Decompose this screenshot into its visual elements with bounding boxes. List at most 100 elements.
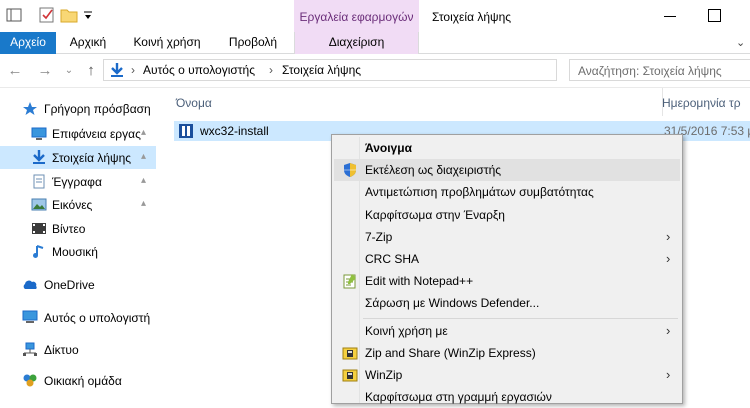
nav-music[interactable]: Μουσική <box>0 240 156 263</box>
winzip-icon <box>342 345 358 361</box>
submenu-arrow-icon: › <box>666 229 671 244</box>
menu-item-label: Αντιμετώπιση προβλημάτων συμβατότητας <box>365 185 594 199</box>
menu-item-label: Edit with Notepad++ <box>365 274 474 288</box>
tab-home[interactable]: Αρχική <box>56 32 120 54</box>
nav-label: Μουσική <box>52 245 98 259</box>
downloads-icon <box>109 62 125 81</box>
minimize-button[interactable] <box>660 6 680 26</box>
menu-item-zip-and-share[interactable]: Zip and Share (WinZip Express) <box>334 342 680 364</box>
ribbon-tabs: Αρχείο Αρχική Κοινή χρήση Προβολή Διαχεί… <box>0 32 750 54</box>
file-name: wxc32-install <box>200 124 269 138</box>
nav-network[interactable]: Δίκτυο <box>0 338 156 361</box>
menu-item-share-with[interactable]: Κοινή χρήση με › <box>334 320 680 342</box>
column-header-date[interactable]: Ημερομηνία τρ <box>662 96 741 110</box>
address-bar[interactable]: › Αυτός ο υπολογιστής › Στοιχεία λήψης <box>103 59 557 81</box>
shield-icon <box>342 162 358 178</box>
quick-access-dropdown-icon[interactable] <box>82 6 100 24</box>
star-icon <box>22 101 38 116</box>
nav-videos[interactable]: Βίντεο <box>0 217 156 240</box>
back-button[interactable]: ← <box>6 62 24 80</box>
pin-icon: ▴ <box>141 198 147 209</box>
breadcrumb-this-pc[interactable]: Αυτός ο υπολογιστής <box>143 63 255 77</box>
menu-item-pin-to-taskbar[interactable]: Καρφίτσωμα στη γραμμή εργασιών <box>334 386 680 408</box>
downloads-icon <box>31 150 47 165</box>
menu-item-label: Άνοιγμα <box>365 141 412 155</box>
installer-icon <box>178 123 194 139</box>
contextual-tab-group-label: Εργαλεία εφαρμογών <box>294 0 419 32</box>
menu-item-label: Καρφίτσωμα στην Έναρξη <box>365 208 505 222</box>
nav-label: Οικιακή ομάδα <box>44 374 122 388</box>
computer-icon <box>22 310 38 325</box>
menu-item-label: Zip and Share (WinZip Express) <box>365 346 536 360</box>
menu-item-label: CRC SHA <box>365 252 420 266</box>
menu-item-crc-sha[interactable]: CRC SHA › <box>334 248 680 270</box>
network-icon <box>22 342 38 357</box>
nav-downloads[interactable]: Στοιχεία λήψης ▴ <box>0 146 156 169</box>
search-input[interactable]: Αναζήτηση: Στοιχεία λήψης <box>569 59 750 81</box>
pictures-icon <box>31 197 47 212</box>
nav-label: Γρήγορη πρόσβαση <box>44 102 151 116</box>
breadcrumb-downloads[interactable]: Στοιχεία λήψης <box>282 63 361 77</box>
menu-item-edit-notepadpp[interactable]: Edit with Notepad++ <box>334 270 680 292</box>
menu-item-label: Εκτέλεση ως διαχειριστής <box>365 163 502 177</box>
tab-view[interactable]: Προβολή <box>214 32 292 54</box>
menu-item-label: 7-Zip <box>365 230 393 244</box>
nav-label: Δίκτυο <box>44 343 79 357</box>
nav-label: Αυτός ο υπολογιστή <box>44 311 151 325</box>
submenu-arrow-icon: › <box>666 251 671 266</box>
nav-label: Στοιχεία λήψης <box>52 151 132 165</box>
search-placeholder: Αναζήτηση: Στοιχεία λήψης <box>578 64 722 78</box>
menu-item-7zip[interactable]: 7-Zip › <box>334 226 680 248</box>
menu-item-winzip[interactable]: WinZip › <box>334 364 680 386</box>
menu-item-label: WinZip <box>365 368 403 382</box>
submenu-arrow-icon: › <box>666 323 671 338</box>
tab-manage[interactable]: Διαχείριση <box>294 32 419 54</box>
column-header-name[interactable]: Όνομα <box>176 96 212 110</box>
nav-desktop[interactable]: Επιφάνεια εργας ▴ <box>0 122 156 145</box>
recent-locations-button[interactable]: ⌄ <box>60 62 78 80</box>
forward-button[interactable]: → <box>36 62 54 80</box>
menu-item-defender-scan[interactable]: Σάρωση με Windows Defender... <box>334 292 680 314</box>
breadcrumb-separator: › <box>269 63 273 77</box>
new-folder-icon[interactable] <box>60 6 78 24</box>
menu-separator <box>363 318 678 319</box>
nav-label: Έγγραφα <box>52 175 102 189</box>
submenu-arrow-icon: › <box>666 367 671 382</box>
nav-this-pc[interactable]: Αυτός ο υπολογιστή <box>0 306 156 329</box>
breadcrumb-separator: › <box>131 63 135 77</box>
nav-documents[interactable]: Έγγραφα ▴ <box>0 170 156 193</box>
explorer-icon <box>6 6 24 24</box>
pin-icon: ▴ <box>141 175 147 186</box>
nav-label: Εικόνες <box>52 198 93 212</box>
onedrive-icon <box>22 277 38 292</box>
menu-item-run-as-admin[interactable]: Εκτέλεση ως διαχειριστής <box>334 159 680 181</box>
navigation-pane: Γρήγορη πρόσβαση Επιφάνεια εργας ▴ Στοιχ… <box>0 88 156 400</box>
expand-ribbon-icon[interactable]: ⌄ <box>736 36 745 49</box>
nav-homegroup[interactable]: Οικιακή ομάδα <box>0 369 156 392</box>
address-row: ← → ⌄ ↑ › Αυτός ο υπολογιστής › Στοιχεία… <box>0 54 750 88</box>
tab-share[interactable]: Κοινή χρήση <box>120 32 214 54</box>
menu-item-label: Καρφίτσωμα στη γραμμή εργασιών <box>365 390 552 404</box>
pin-icon: ▴ <box>141 151 147 162</box>
nav-quick-access[interactable]: Γρήγορη πρόσβαση <box>0 97 156 120</box>
notepad-icon <box>342 273 358 289</box>
pin-icon: ▴ <box>141 127 147 138</box>
menu-item-label: Σάρωση με Windows Defender... <box>365 296 540 310</box>
menu-item-pin-to-start[interactable]: Καρφίτσωμα στην Έναρξη <box>334 204 680 226</box>
documents-icon <box>31 174 47 189</box>
videos-icon <box>31 221 47 236</box>
winzip-icon <box>342 367 358 383</box>
menu-item-troubleshoot-compatibility[interactable]: Αντιμετώπιση προβλημάτων συμβατότητας <box>334 181 680 203</box>
nav-onedrive[interactable]: OneDrive <box>0 273 156 296</box>
window-title: Στοιχεία λήψης <box>432 10 512 24</box>
maximize-button[interactable] <box>704 6 724 26</box>
up-button[interactable]: ↑ <box>82 62 100 80</box>
nav-label: Βίντεο <box>52 222 86 236</box>
tab-file[interactable]: Αρχείο <box>0 32 56 54</box>
homegroup-icon <box>22 373 38 388</box>
properties-icon[interactable] <box>38 6 56 24</box>
menu-item-open[interactable]: Άνοιγμα <box>334 137 680 159</box>
desktop-icon <box>31 126 47 141</box>
nav-pictures[interactable]: Εικόνες ▴ <box>0 193 156 216</box>
context-menu: Άνοιγμα Εκτέλεση ως διαχειριστής Αντιμετ… <box>331 134 683 404</box>
